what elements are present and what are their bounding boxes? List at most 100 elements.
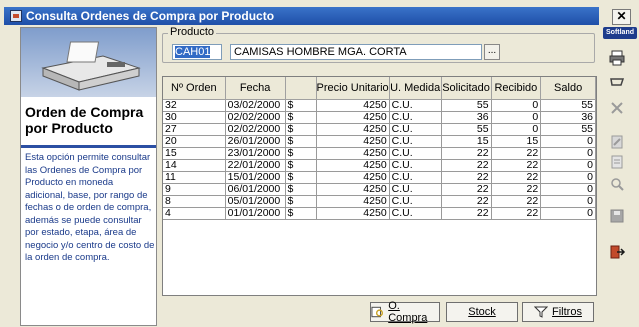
cell-order: 11 [163, 171, 226, 184]
cell-unit: C.U. [389, 123, 442, 136]
column-header[interactable]: Recibido [491, 77, 542, 100]
cell-date: 02/02/2000 [225, 123, 286, 136]
cell-unit: C.U. [389, 99, 442, 112]
save-button[interactable] [604, 204, 630, 228]
close-button[interactable]: ✕ [612, 9, 631, 25]
cell-received: 22 [491, 159, 542, 172]
cell-currency: $ [285, 159, 317, 172]
cell-order: 8 [163, 195, 226, 208]
cell-requested: 55 [441, 99, 492, 112]
column-header[interactable]: Saldo [540, 77, 596, 100]
orden-compra-label: O. Compra [388, 300, 428, 324]
cell-requested: 22 [441, 147, 492, 160]
exit-button[interactable] [604, 240, 630, 264]
cell-order: 27 [163, 123, 226, 136]
document-view-icon [371, 306, 384, 318]
column-header[interactable]: Nº Orden [163, 77, 226, 100]
cell-balance: 36 [540, 111, 596, 124]
cell-requested: 22 [441, 183, 492, 196]
orden-compra-button[interactable]: O. Compra [370, 300, 440, 324]
cell-currency: $ [285, 147, 317, 160]
column-header[interactable]: Solicitado [441, 77, 492, 100]
column-header[interactable]: U. Medida [389, 77, 442, 100]
table-row[interactable]: 20 26/01/2000 $ 4250 C.U. 15 15 0 [163, 135, 596, 148]
cell-unit-price: 4250 [316, 111, 390, 124]
cancel-button[interactable] [604, 96, 630, 120]
cell-received: 0 [491, 111, 542, 124]
cell-received: 22 [491, 147, 542, 160]
document-icon [611, 155, 623, 169]
table-row[interactable]: 14 22/01/2000 $ 4250 C.U. 22 22 0 [163, 159, 596, 172]
cell-requested: 22 [441, 159, 492, 172]
cell-balance: 55 [540, 123, 596, 136]
table-row[interactable]: 27 02/02/2000 $ 4250 C.U. 55 0 55 [163, 123, 596, 136]
cell-currency: $ [285, 207, 317, 220]
product-code-field[interactable]: CAH01 [172, 44, 222, 60]
cell-unit: C.U. [389, 171, 442, 184]
exit-icon [610, 245, 626, 259]
orders-grid[interactable]: Nº Orden Fecha Precio Unitario U. Medida… [162, 76, 597, 296]
cell-unit: C.U. [389, 147, 442, 160]
cell-order: 9 [163, 183, 226, 196]
cell-balance: 0 [540, 183, 596, 196]
cell-date: 05/01/2000 [225, 195, 286, 208]
brand-tag: Softland [603, 27, 637, 39]
table-row[interactable]: 11 15/01/2000 $ 4250 C.U. 22 22 0 [163, 171, 596, 184]
cell-received: 22 [491, 195, 542, 208]
filtros-label: Filtros [552, 306, 582, 318]
cell-balance: 0 [540, 147, 596, 160]
cell-balance: 0 [540, 207, 596, 220]
table-row[interactable]: 8 05/01/2000 $ 4250 C.U. 22 22 0 [163, 195, 596, 208]
cell-unit-price: 4250 [316, 99, 390, 112]
cell-unit-price: 4250 [316, 207, 390, 220]
cell-received: 15 [491, 135, 542, 148]
panel-title: Orden de Compra por Producto [25, 104, 144, 136]
grid-body: 32 03/02/2000 $ 4250 C.U. 55 0 55 30 02/… [163, 99, 596, 220]
save-icon [610, 209, 624, 223]
cell-order: 20 [163, 135, 226, 148]
cell-unit: C.U. [389, 159, 442, 172]
cell-unit: C.U. [389, 135, 442, 148]
cell-currency: $ [285, 111, 317, 124]
document-button[interactable] [604, 150, 630, 174]
cell-received: 0 [491, 99, 542, 112]
table-row[interactable]: 4 01/01/2000 $ 4250 C.U. 22 22 0 [163, 207, 596, 220]
table-row[interactable]: 15 23/01/2000 $ 4250 C.U. 22 22 0 [163, 147, 596, 160]
cell-unit-price: 4250 [316, 123, 390, 136]
column-header[interactable] [285, 77, 317, 100]
stock-button[interactable]: Stock [446, 302, 518, 322]
search-icon [611, 178, 624, 191]
browse-product-button[interactable]: ... [484, 44, 500, 60]
cell-date: 15/01/2000 [225, 171, 286, 184]
filtros-button[interactable]: Filtros [522, 302, 594, 322]
cell-order: 14 [163, 159, 226, 172]
cell-order: 32 [163, 99, 226, 112]
print-button[interactable] [604, 46, 630, 70]
table-row[interactable]: 9 06/01/2000 $ 4250 C.U. 22 22 0 [163, 183, 596, 196]
cell-currency: $ [285, 171, 317, 184]
cell-unit-price: 4250 [316, 195, 390, 208]
filter-icon [534, 306, 549, 318]
cell-received: 22 [491, 171, 542, 184]
cell-order: 30 [163, 111, 226, 124]
table-row[interactable]: 30 02/02/2000 $ 4250 C.U. 36 0 36 [163, 111, 596, 124]
cell-order: 4 [163, 207, 226, 220]
cell-date: 01/01/2000 [225, 207, 286, 220]
orders-table: Nº Orden Fecha Precio Unitario U. Medida… [163, 77, 596, 220]
product-group-label: Producto [168, 26, 217, 38]
undo-icon [610, 78, 625, 86]
undo-button[interactable] [604, 70, 630, 94]
cell-currency: $ [285, 135, 317, 148]
cell-received: 22 [491, 207, 542, 220]
column-header[interactable]: Fecha [225, 77, 286, 100]
column-header[interactable]: Precio Unitario [316, 77, 390, 100]
cell-received: 0 [491, 123, 542, 136]
cancel-icon [611, 102, 623, 114]
product-description-field[interactable]: CAMISAS HOMBRE MGA. CORTA [230, 44, 482, 60]
table-row[interactable]: 32 03/02/2000 $ 4250 C.U. 55 0 55 [163, 99, 596, 112]
cell-unit-price: 4250 [316, 183, 390, 196]
find-button[interactable] [604, 172, 630, 196]
cell-unit: C.U. [389, 195, 442, 208]
product-code-value: CAH01 [175, 46, 211, 58]
main-window: Consulta Ordenes de Compra por Producto … [0, 0, 639, 327]
